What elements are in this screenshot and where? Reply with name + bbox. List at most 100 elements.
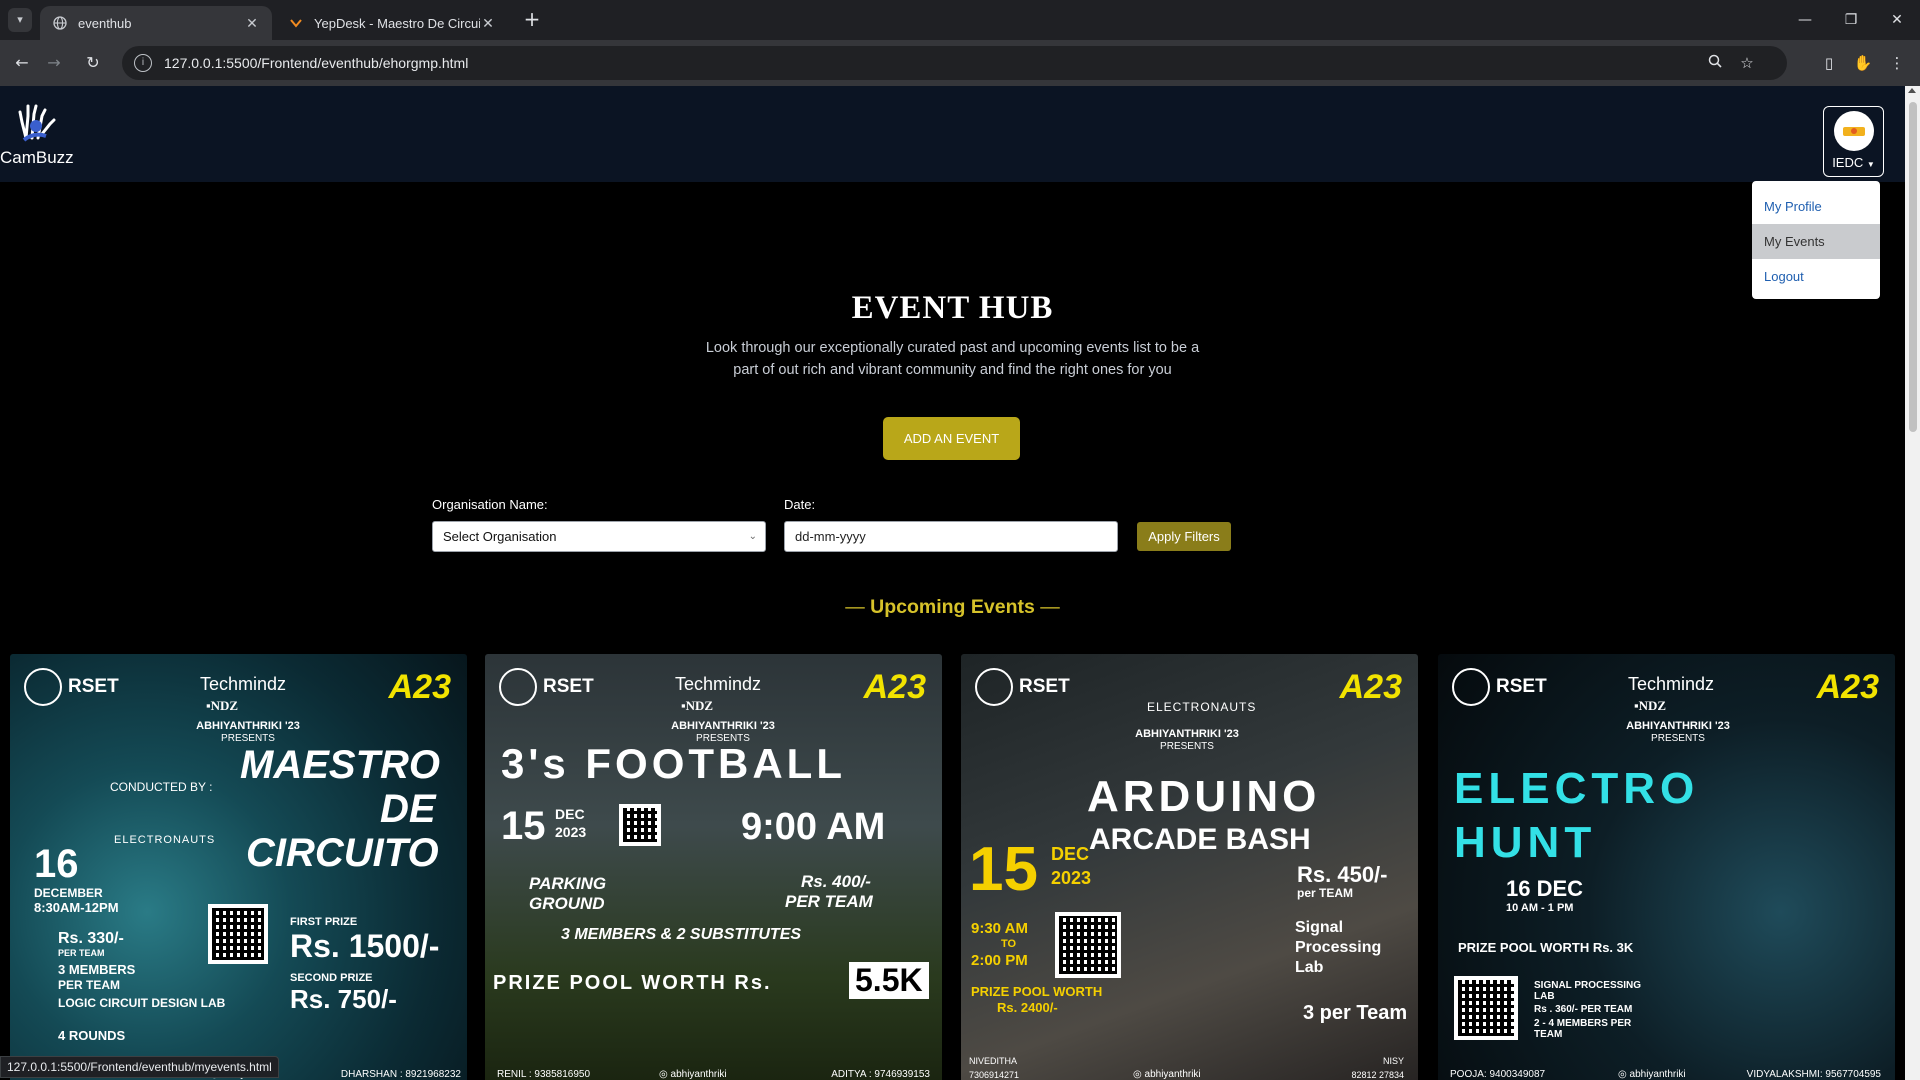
site-navbar: CamBuzz IEDC ▼	[0, 86, 1905, 182]
profile-menu-button[interactable]: IEDC ▼	[1823, 106, 1884, 177]
first-prize: Rs. 1500/-	[290, 928, 440, 964]
event-time: 2:00 PM	[971, 952, 1028, 969]
contact: POOJA: 9400349087	[1450, 1069, 1546, 1080]
ndz-logo: ▪NDZ	[1634, 698, 1667, 713]
event-time: 9:30 AM	[971, 920, 1028, 937]
contact-name: NISY	[1382, 1056, 1404, 1066]
event-date: 15	[969, 835, 1038, 904]
club-name: ELECTRONAUTS	[114, 834, 216, 846]
team-size: 3 MEMBERS & 2 SUBSTITUTES	[561, 926, 802, 943]
contact-number: 82812 27834	[1351, 1070, 1404, 1080]
first-prize-label: FIRST PRIZE	[290, 916, 358, 928]
team-size: 2 - 4 MEMBERS PER TEAM	[1534, 1018, 1632, 1040]
org-filter-label: Organisation Name:	[432, 497, 548, 512]
rset-logo: RSET	[975, 668, 1070, 706]
event-title: ELECTRO	[1454, 764, 1700, 813]
dash-decoration: —	[845, 596, 871, 618]
event-title: ARCADE BASH	[1089, 823, 1311, 856]
event-fee: Rs. 450/-	[1297, 862, 1388, 887]
apply-filters-button[interactable]: Apply Filters	[1137, 522, 1231, 551]
restore-icon[interactable]: ❐	[1836, 8, 1866, 32]
dropdown-logout[interactable]: Logout	[1752, 259, 1880, 294]
date-input[interactable]: dd-mm-yyyy	[784, 521, 1118, 552]
tab-search-button[interactable]: ▾	[8, 8, 32, 32]
contact-name: NIVEDITHA	[969, 1056, 1018, 1066]
event-date: 16 DEC	[1506, 876, 1584, 901]
presents-text: ABHIYANTHRIKI '23 PRESENTS	[1626, 720, 1730, 744]
new-tab-button[interactable]: +	[520, 8, 544, 32]
scrollbar-thumb[interactable]	[1909, 102, 1917, 432]
event-title: CIRCUITO	[246, 831, 439, 875]
zoom-icon[interactable]	[1705, 53, 1725, 73]
yepdesk-icon	[288, 15, 304, 31]
event-venue: SIGNAL PROCESSING LAB	[1534, 980, 1642, 1002]
rset-logo: RSET	[499, 668, 594, 706]
contact: VIDYALAKSHMI: 9567704595	[1746, 1069, 1881, 1080]
team-size: 3 per Team	[1303, 1002, 1408, 1024]
event-fee: Rs. 400/-	[801, 872, 871, 891]
back-icon[interactable]: ←	[9, 50, 35, 76]
extension-icon[interactable]: ✋	[1852, 52, 1874, 74]
event-venue: LOGIC CIRCUIT DESIGN LAB	[58, 996, 226, 1010]
address-bar[interactable]: i 127.0.0.1:5500/Frontend/eventhub/ehorg…	[122, 46, 1787, 80]
a23-logo: A23	[1816, 668, 1879, 706]
techmindz-logo: Techmindz	[675, 674, 762, 694]
prize-pool: PRIZE POOL WORTH Rs.	[493, 972, 772, 994]
organisation-select[interactable]: Select Organisation ⌄	[432, 521, 766, 552]
event-card-football[interactable]: RSET Techmindz ▪NDZ A23 ABHIYANTHRIKI '2…	[485, 654, 942, 1080]
dropdown-my-events[interactable]: My Events	[1752, 224, 1880, 259]
event-fee-unit: PER TEAM	[58, 948, 105, 958]
caret-down-icon: ▼	[1866, 160, 1875, 169]
team-size-unit: PER TEAM	[58, 978, 121, 992]
organisation-select-value: Select Organisation	[443, 529, 557, 544]
browser-toolbar: ← → ↻ i 127.0.0.1:5500/Frontend/eventhub…	[0, 40, 1920, 86]
dropdown-my-profile[interactable]: My Profile	[1752, 189, 1880, 224]
event-card-maestro[interactable]: RSET Techmindz ▪NDZ A23 ABHIYANTHRIKI '2…	[10, 654, 467, 1080]
side-panel-icon[interactable]: ▯	[1818, 52, 1840, 74]
link-status-bar: 127.0.0.1:5500/Frontend/eventhub/myevent…	[0, 1056, 279, 1078]
presents-text: ABHIYANTHRIKI '23 PRESENTS	[1135, 728, 1239, 752]
qr-code	[1454, 976, 1518, 1040]
tab-title: YepDesk - Maestro De Circuito	[314, 15, 480, 31]
logo-text: CamBuzz	[0, 148, 74, 167]
team-size: 3 MEMBERS	[58, 962, 136, 977]
forward-icon[interactable]: →	[41, 50, 67, 76]
ndz-logo: ▪NDZ	[681, 698, 714, 713]
social-handle: ◎ abhiyanthriki	[659, 1069, 727, 1080]
event-title: DE	[380, 787, 436, 831]
avatar	[1833, 111, 1874, 151]
qr-code	[1055, 912, 1121, 978]
event-year: 2023	[1051, 868, 1092, 888]
social-handle: ◎ abhiyanthriki	[1133, 1069, 1201, 1080]
close-window-icon[interactable]: ✕	[1882, 8, 1912, 32]
contact: RENIL : 9385816950	[497, 1069, 591, 1080]
globe-icon	[52, 15, 68, 31]
hand-logo-icon	[18, 104, 56, 142]
event-month: DECEMBER	[34, 886, 103, 900]
club-name: ELECTRONAUTS	[1147, 700, 1257, 714]
event-month: DEC	[1051, 844, 1090, 864]
page-scrollbar[interactable]	[1905, 86, 1920, 1080]
page: CamBuzz IEDC ▼ My Profile My Events Logo…	[0, 86, 1905, 1080]
add-event-button[interactable]: ADD AN EVENT	[883, 417, 1020, 460]
menu-icon[interactable]: ⋮	[1886, 52, 1908, 74]
minimize-icon[interactable]: —	[1790, 8, 1820, 32]
tab-eventhub[interactable]: eventhub ✕	[40, 6, 272, 40]
close-tab-icon[interactable]: ✕	[480, 15, 496, 32]
event-year: 2023	[555, 824, 587, 840]
event-card-electro-hunt[interactable]: RSET Techmindz ▪NDZ A23 ABHIYANTHRIKI '2…	[1438, 654, 1895, 1080]
event-card-arduino[interactable]: RSET ELECTRONAUTS A23 ABHIYANTHRIKI '23 P…	[961, 654, 1418, 1080]
qr-code	[619, 804, 661, 846]
ndz-logo: ▪NDZ	[206, 698, 239, 713]
contact: DHARSHAN : 8921968232	[340, 1069, 461, 1080]
event-fee: Rs. 330/-	[58, 930, 124, 947]
close-tab-icon[interactable]: ✕	[244, 15, 260, 32]
bookmark-star-icon[interactable]: ☆	[1737, 53, 1757, 73]
site-logo[interactable]: CamBuzz	[0, 102, 74, 168]
rset-logo: RSET	[1452, 668, 1547, 706]
event-venue: Signal Processing Lab	[1295, 919, 1382, 976]
site-info-icon[interactable]: i	[134, 54, 152, 72]
scroll-up-arrow[interactable]	[1908, 88, 1916, 93]
reload-icon[interactable]: ↻	[80, 50, 106, 76]
tab-yepdesk[interactable]: YepDesk - Maestro De Circuito ✕	[276, 6, 508, 40]
